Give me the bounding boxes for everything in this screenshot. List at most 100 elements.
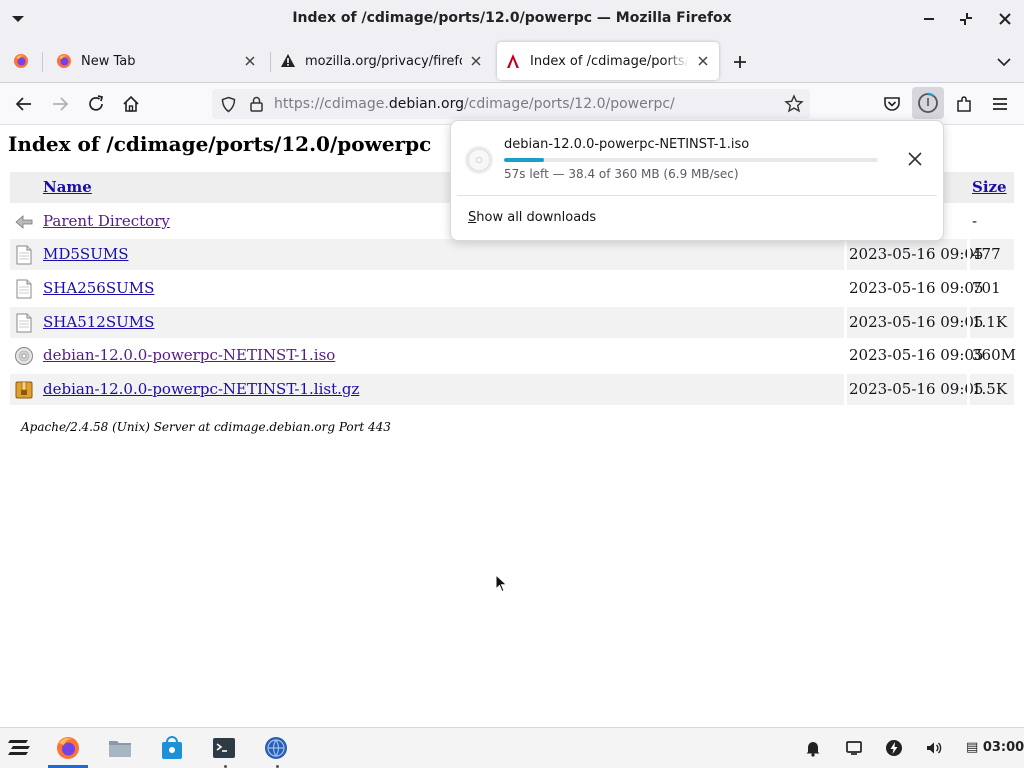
address-bar[interactable]: https://cdimage.debian.org/cdimage/ports… — [212, 89, 810, 119]
text-file-icon — [16, 245, 32, 265]
back-icon — [15, 215, 33, 229]
column-header-size: Size — [972, 172, 1007, 203]
file-link[interactable]: Parent Directory — [43, 212, 170, 230]
software-store-icon — [162, 736, 182, 759]
text-file-icon — [16, 313, 32, 333]
table-row: debian-12.0.0-powerpc-NETINST-1.list.gz … — [10, 374, 1014, 405]
calendar-icon: ▤ — [966, 740, 979, 755]
sort-by-name-link[interactable]: Name — [43, 178, 92, 196]
cancel-download-icon[interactable] — [906, 150, 924, 168]
close-tab-icon[interactable] — [242, 53, 258, 69]
server-signature: Apache/2.4.58 (Unix) Server at cdimage.d… — [21, 420, 391, 434]
tab-index-powerpc[interactable]: Index of /cdimage/ports/12.0/powerpc — [497, 42, 719, 80]
cell-divider — [967, 239, 970, 270]
terminal-icon — [213, 738, 235, 758]
file-date-cell: 2023-05-16 09:05 — [849, 380, 984, 398]
close-tab-icon[interactable] — [468, 53, 484, 69]
disc-file-icon — [465, 146, 493, 174]
clock[interactable]: ▤ 03:00 — [966, 740, 1024, 755]
taskbar-firefox[interactable] — [55, 735, 81, 761]
cell-divider — [967, 374, 970, 405]
firefox-icon — [14, 54, 28, 68]
taskbar-terminal[interactable] — [211, 735, 237, 761]
lock-icon[interactable] — [248, 95, 265, 113]
show-all-label: how all downloads — [476, 210, 597, 225]
files-icon — [109, 741, 131, 757]
mouse-pointer-icon — [495, 574, 508, 593]
power-mode-button[interactable] — [885, 739, 903, 757]
home-icon — [123, 95, 139, 112]
file-size-cell: 360M — [972, 346, 1016, 364]
tab-label: mozilla.org/privacy/firefox/ — [305, 53, 462, 69]
forward-button[interactable] — [49, 93, 71, 115]
table-row: debian-12.0.0-powerpc-NETINST-1.iso 2023… — [10, 340, 1016, 371]
sort-by-size-link[interactable]: Size — [972, 178, 1007, 196]
arrow-right-icon — [53, 97, 69, 111]
restore-button[interactable] — [956, 9, 976, 29]
downloads-panel: debian-12.0.0-powerpc-NETINST-1.iso 57s … — [450, 120, 944, 241]
url-text[interactable]: https://cdimage.debian.org/cdimage/ports… — [274, 96, 675, 112]
cell-divider — [844, 239, 847, 270]
app-menu-launcher[interactable] — [7, 735, 33, 761]
close-window-button[interactable] — [995, 9, 1015, 29]
file-name-cell: Parent Directory — [43, 206, 170, 237]
url-host: debian.org — [388, 96, 464, 112]
download-progress-fill — [504, 158, 545, 162]
volume-button[interactable] — [925, 739, 943, 757]
tab-strip: New Tab mozilla.org/privacy/firefox/ Ind… — [0, 38, 1024, 83]
file-date-cell: 2023-05-16 09:05 — [849, 346, 984, 364]
tab-new-tab[interactable]: New Tab — [50, 42, 264, 80]
file-link[interactable]: SHA256SUMS — [43, 279, 154, 297]
tab-label: Index of /cdimage/ports/12.0/powerpc — [530, 53, 689, 69]
home-button[interactable] — [120, 93, 142, 115]
taskbar-web-app[interactable] — [263, 735, 289, 761]
firefox-icon — [57, 54, 71, 68]
reload-icon — [89, 95, 104, 111]
navigation-toolbar: https://cdimage.debian.org/cdimage/ports… — [0, 83, 1024, 125]
column-header-name: Name — [43, 172, 92, 203]
notifications-button[interactable] — [804, 739, 822, 757]
file-date-cell: 2023-05-16 09:05 — [849, 279, 984, 297]
cell-divider — [844, 307, 847, 338]
minimize-icon — [924, 18, 934, 20]
disc-icon — [15, 347, 33, 365]
network-globe-icon — [265, 737, 287, 759]
pocket-icon — [884, 97, 900, 111]
extensions-button[interactable] — [953, 93, 975, 115]
download-progress-bar — [504, 158, 878, 162]
taskbar-software-store[interactable] — [159, 735, 185, 761]
tab-mozilla-privacy[interactable]: mozilla.org/privacy/firefox/ — [276, 42, 490, 80]
file-link[interactable]: SHA512SUMS — [43, 313, 154, 331]
back-button[interactable] — [13, 93, 35, 115]
table-row: SHA512SUMS 2023-05-16 09:05 1.1K — [10, 307, 1014, 338]
bookmark-star-icon[interactable] — [784, 94, 804, 114]
list-all-tabs-button[interactable] — [994, 52, 1014, 72]
file-date-cell: 2023-05-16 09:05 — [849, 245, 984, 263]
minimize-button[interactable] — [919, 9, 939, 29]
pocket-button[interactable] — [881, 93, 903, 115]
download-progress-icon — [918, 92, 938, 113]
file-size-cell: 477 — [972, 245, 1001, 263]
download-filename[interactable]: debian-12.0.0-powerpc-NETINST-1.iso — [504, 137, 749, 152]
tracking-protection-shield-icon[interactable] — [220, 96, 237, 113]
table-row: MD5SUMS 2023-05-16 09:05 477 — [10, 239, 1014, 270]
file-link[interactable]: debian-12.0.0-powerpc-NETINST-1.iso — [43, 346, 335, 364]
file-name-cell: MD5SUMS — [43, 239, 128, 270]
clock-time: 03:00 — [982, 740, 1024, 755]
debian-icon — [507, 54, 519, 68]
plus-icon — [734, 56, 746, 68]
file-link[interactable]: debian-12.0.0-powerpc-NETINST-1.list.gz — [43, 380, 359, 398]
cell-divider — [844, 374, 847, 405]
show-all-downloads-button[interactable]: Show all downloads — [468, 210, 596, 225]
taskbar-files[interactable] — [107, 735, 133, 761]
tab-separator — [270, 52, 271, 72]
app-menu-button[interactable] — [989, 93, 1011, 115]
tab-firefox-view[interactable] — [2, 42, 40, 80]
page-heading: Index of /cdimage/ports/12.0/powerpc — [8, 132, 432, 156]
downloads-button[interactable] — [912, 87, 944, 119]
file-link[interactable]: MD5SUMS — [43, 245, 128, 263]
screen-display-button[interactable] — [845, 739, 863, 757]
new-tab-button[interactable] — [730, 52, 750, 72]
reload-button[interactable] — [85, 93, 107, 115]
close-tab-icon[interactable] — [695, 53, 711, 69]
